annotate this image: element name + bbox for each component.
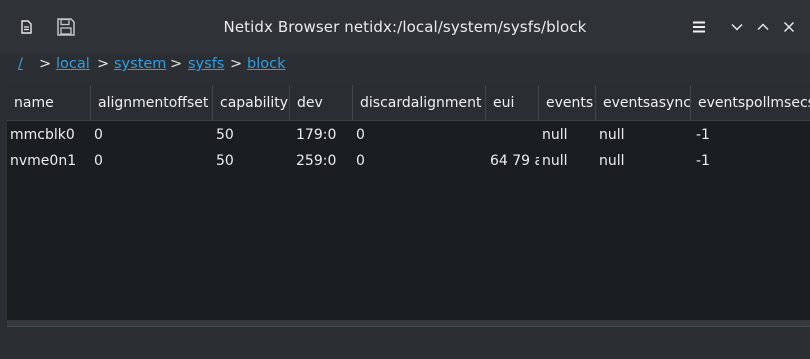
cell-events[interactable]: null bbox=[539, 148, 596, 174]
table-row[interactable]: nvme0n1 0 50 259:0 0 64 79 a null null -… bbox=[7, 148, 810, 174]
cell-eui[interactable]: 64 79 a bbox=[487, 148, 539, 174]
breadcrumb-item-system[interactable]: system bbox=[114, 56, 166, 72]
cell-discardalignment[interactable]: 0 bbox=[353, 148, 486, 174]
cell-dev[interactable]: 259:0 bbox=[293, 148, 353, 174]
divider bbox=[7, 326, 810, 327]
cell-eventsasync[interactable]: null bbox=[596, 148, 691, 174]
close-icon[interactable] bbox=[776, 14, 802, 40]
breadcrumb-separator: > bbox=[97, 56, 110, 72]
title-bar: Netidx Browser netidx:/local/system/sysf… bbox=[0, 0, 810, 54]
cell-name[interactable]: nvme0n1 bbox=[7, 148, 91, 174]
breadcrumb-item-root[interactable]: / bbox=[18, 56, 23, 72]
cell-capability[interactable]: 50 bbox=[213, 122, 290, 148]
cell-alignmentoffset[interactable]: 0 bbox=[91, 148, 213, 174]
table-row[interactable]: mmcblk0 0 50 179:0 0 null null -1 bbox=[7, 122, 810, 148]
cell-eui[interactable] bbox=[486, 122, 539, 148]
column-header-eventsasync[interactable]: eventsasync bbox=[596, 85, 691, 121]
cell-discardalignment[interactable]: 0 bbox=[353, 122, 486, 148]
breadcrumb-separator: > bbox=[230, 56, 243, 72]
column-header-dev[interactable]: dev bbox=[290, 85, 353, 121]
column-header-eventspollmsecs[interactable]: eventspollmsecs bbox=[691, 85, 810, 121]
cell-eventspollmsecs[interactable]: -1 bbox=[693, 148, 810, 174]
column-header-name[interactable]: name bbox=[7, 85, 91, 121]
breadcrumb-item-local[interactable]: local bbox=[56, 56, 90, 72]
breadcrumb-item-sysfs[interactable]: sysfs bbox=[188, 56, 224, 72]
cell-name[interactable]: mmcblk0 bbox=[7, 122, 91, 148]
column-header-events[interactable]: events bbox=[539, 85, 596, 121]
breadcrumb: / > local > system > sysfs > block bbox=[0, 54, 810, 82]
cell-capability[interactable]: 50 bbox=[213, 148, 290, 174]
cell-eventsasync[interactable]: null bbox=[596, 122, 691, 148]
cell-dev[interactable]: 179:0 bbox=[293, 122, 353, 148]
column-header-alignmentoffset[interactable]: alignmentoffset bbox=[91, 85, 213, 121]
column-header-capability[interactable]: capability bbox=[213, 85, 290, 121]
breadcrumb-item-block[interactable]: block bbox=[247, 56, 285, 72]
cell-eventspollmsecs[interactable]: -1 bbox=[693, 122, 810, 148]
column-header-eui[interactable]: eui bbox=[486, 85, 539, 121]
data-table[interactable]: name alignmentoffset capability dev disc… bbox=[7, 85, 810, 320]
cell-alignmentoffset[interactable]: 0 bbox=[91, 122, 213, 148]
cell-events[interactable]: null bbox=[539, 122, 596, 148]
minimize-icon[interactable] bbox=[724, 14, 750, 40]
hamburger-menu-icon[interactable] bbox=[686, 14, 712, 40]
column-header-discardalignment[interactable]: discardalignment bbox=[353, 85, 486, 121]
table-header: name alignmentoffset capability dev disc… bbox=[7, 85, 810, 121]
breadcrumb-separator: > bbox=[39, 56, 52, 72]
breadcrumb-separator: > bbox=[170, 56, 183, 72]
maximize-icon[interactable] bbox=[750, 14, 776, 40]
